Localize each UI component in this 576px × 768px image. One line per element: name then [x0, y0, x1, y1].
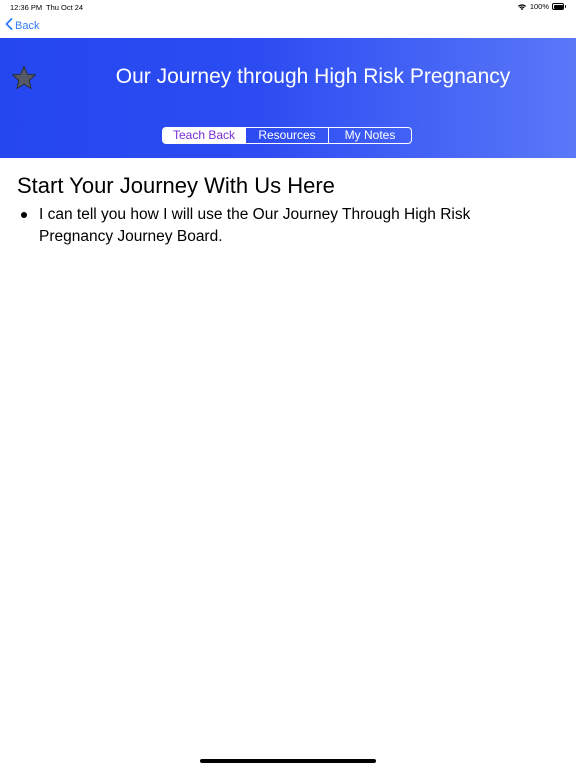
status-indicators: 100% — [517, 2, 566, 11]
section-title: Start Your Journey With Us Here — [17, 173, 335, 198]
bullet-dot — [21, 212, 27, 218]
status-time: 12:36 PM — [10, 3, 43, 12]
status-date: Thu Oct 24 — [46, 3, 84, 12]
status-bar: 12:36 PM Thu Oct 24 100% — [0, 0, 576, 14]
back-label: Back — [15, 19, 40, 32]
tab-my-notes[interactable]: My Notes — [328, 128, 411, 143]
chevron-left-icon — [5, 18, 13, 33]
back-button[interactable]: Back — [5, 18, 39, 33]
battery-icon — [552, 3, 566, 10]
tab-segmented-control: Teach Back Resources My Notes — [162, 127, 412, 144]
wifi-icon — [517, 3, 527, 11]
bullet-list: I can tell you how I will use the Our Jo… — [17, 204, 537, 248]
tab-resources[interactable]: Resources — [245, 128, 328, 143]
home-indicator[interactable] — [200, 759, 376, 763]
page-title: Our Journey through High Risk Pregnancy — [115, 65, 511, 88]
app-screen: 12:36 PM Thu Oct 24 100% Back Our Journe… — [0, 0, 576, 768]
battery-percentage: 100% — [529, 2, 549, 11]
tab-teach-back[interactable]: Teach Back — [163, 128, 245, 143]
navigation-bar: Back — [0, 14, 576, 38]
star-icon[interactable] — [10, 64, 38, 92]
list-item: I can tell you how I will use the Our Jo… — [17, 204, 537, 248]
header-banner: Our Journey through High Risk Pregnancy … — [0, 38, 576, 158]
list-item-text: I can tell you how I will use the Our Jo… — [39, 206, 471, 245]
